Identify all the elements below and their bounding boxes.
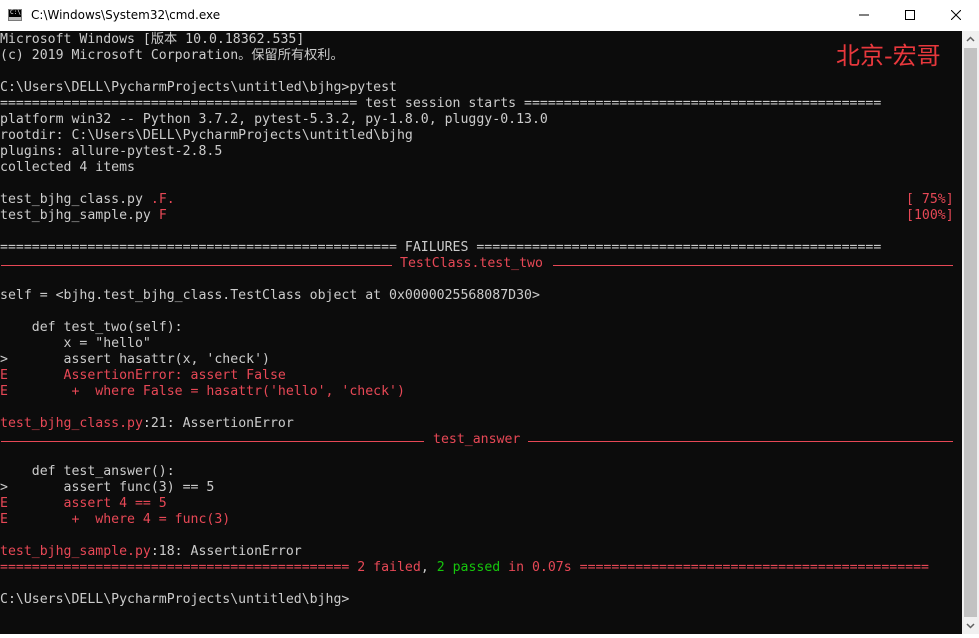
console-output[interactable]: Microsoft Windows [版本 10.0.18362.535] (c…: [0, 31, 962, 634]
self-line: self = <bjhg.test_bjhg_class.TestClass o…: [0, 288, 540, 303]
location-file: test_bjhg_class.py: [0, 416, 143, 431]
chevron-up-icon: [966, 36, 975, 42]
location-file: test_bjhg_sample.py: [0, 544, 151, 559]
maximize-button[interactable]: [887, 0, 933, 31]
rootdir-line: rootdir: C:\Users\DELL\PycharmProjects\u…: [0, 128, 413, 143]
failure-location: test_bjhg_class.py:21: AssertionError: [0, 416, 294, 432]
window-title: C:\Windows\System32\cmd.exe: [31, 8, 221, 22]
location-text: :18: AssertionError: [150, 544, 302, 559]
result-progress: [100%]: [906, 208, 954, 223]
summary-rule-left: ========================================…: [0, 560, 358, 575]
error-line: E assert 4 == 5: [0, 496, 167, 511]
failure-location: test_bjhg_sample.py:18: AssertionError: [0, 544, 302, 560]
scroll-thumb[interactable]: [964, 48, 977, 617]
failure-title: TestClass.test_two: [400, 256, 543, 271]
result-row: test_bjhg_sample.py F: [0, 208, 167, 224]
result-row: test_bjhg_class.py .F.: [0, 192, 175, 208]
summary-line: ========================================…: [0, 560, 929, 576]
cmd-icon: C:\: [8, 9, 22, 21]
collected-line: collected 4 items: [0, 160, 135, 175]
error-line: E AssertionError: assert False: [0, 368, 286, 383]
failure-title: test_answer: [433, 432, 521, 447]
result-progress: [ 75%]: [906, 192, 954, 207]
minimize-button[interactable]: [841, 0, 887, 31]
command-line: C:\Users\DELL\PycharmProjects\untitled\b…: [0, 80, 397, 96]
summary-rule-right: in 0.07s ===============================…: [500, 560, 929, 575]
section-rule: [1, 441, 424, 442]
watermark: 北京-宏哥: [836, 42, 941, 70]
copyright-line: (c) 2019 Microsoft Corporation。保留所有权利。: [0, 48, 344, 63]
minimize-icon: [859, 14, 869, 16]
vertical-scrollbar[interactable]: [962, 31, 979, 634]
maximize-icon: [905, 10, 915, 20]
error-line: E + where 4 = func(3): [0, 512, 231, 527]
platform-line: platform win32 -- Python 3.7.2, pytest-5…: [0, 112, 548, 127]
section-rule: [553, 265, 953, 266]
summary-passed: 2 passed: [436, 560, 501, 575]
result-file: test_bjhg_sample.py: [0, 208, 151, 223]
session-header: ========================================…: [0, 96, 882, 111]
result-marks: F: [158, 208, 167, 223]
banner-line: Microsoft Windows [版本 10.0.18362.535]: [0, 32, 305, 47]
chevron-down-icon: [966, 623, 975, 629]
code-line: x = "hello": [0, 336, 151, 351]
prompt: C:\Users\DELL\PycharmProjects\untitled\b…: [0, 80, 350, 95]
close-icon: [951, 10, 961, 20]
code-line: def test_two(self):: [0, 320, 183, 335]
result-file: test_bjhg_class.py: [0, 192, 143, 207]
summary-comma: ,: [420, 560, 437, 575]
scroll-up-button[interactable]: [962, 31, 979, 48]
command-text: pytest: [349, 80, 397, 95]
code-line: > assert func(3) == 5: [0, 480, 215, 495]
prompt-line: C:\Users\DELL\PycharmProjects\untitled\b…: [0, 592, 350, 607]
code-line: def test_answer():: [0, 464, 175, 479]
result-marks: .F.: [150, 192, 175, 207]
section-rule: [528, 441, 953, 442]
section-rule: [1, 265, 392, 266]
code-line: > assert hasattr(x, 'check'): [0, 352, 270, 367]
summary-failed: 2 failed: [357, 560, 421, 575]
plugins-line: plugins: allure-pytest-2.8.5: [0, 144, 223, 159]
location-text: :21: AssertionError: [142, 416, 294, 431]
title-bar[interactable]: C:\ C:\Windows\System32\cmd.exe: [0, 0, 979, 32]
close-button[interactable]: [933, 0, 979, 31]
error-line: E + where False = hasattr('hello', 'chec…: [0, 384, 405, 399]
scroll-down-button[interactable]: [962, 617, 979, 634]
failures-header: ========================================…: [0, 240, 882, 255]
